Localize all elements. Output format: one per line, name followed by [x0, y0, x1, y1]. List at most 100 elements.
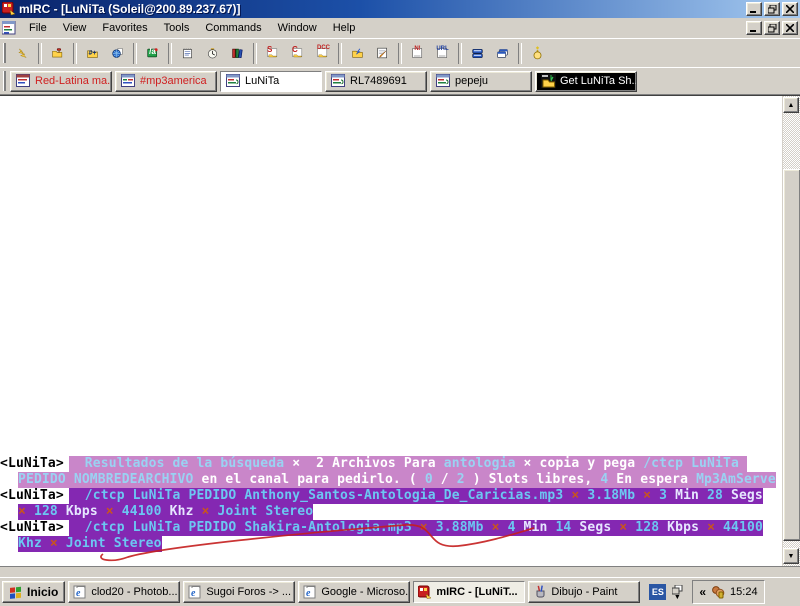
ontop-icon[interactable] [525, 42, 550, 65]
dcc-get-icon [541, 74, 556, 88]
chat-wrap-indent [0, 472, 18, 488]
mdi-close-button[interactable] [782, 21, 798, 35]
toolbar-separator [253, 42, 257, 64]
toolbar-separator [73, 42, 77, 64]
scrollbar-thumb[interactable] [783, 169, 800, 541]
dcc-send-icon[interactable]: S [260, 42, 285, 65]
show-desktop-icon[interactable]: ▼ [669, 580, 685, 604]
channels-list-icon[interactable] [105, 42, 130, 65]
menu-view[interactable]: View [55, 20, 95, 36]
file-get-icon[interactable] [345, 42, 370, 65]
switchbar-tab-#mp3america[interactable]: #mp3america [115, 70, 217, 92]
taskbar-clock: 15:24 [730, 586, 758, 598]
toolbar-separator [398, 42, 402, 64]
channel-window-icon [2, 21, 17, 35]
restore-button[interactable] [764, 2, 780, 16]
switchbar-tab-get-lunita-sh-[interactable]: Get LuNiTa Sh... [535, 70, 637, 92]
taskbar: Inicio e clod20 - Photob... e Sugoi Foros -… [0, 577, 800, 606]
tray-chevron-button[interactable]: « [699, 585, 706, 599]
menu-favorites[interactable]: Favorites [94, 20, 155, 36]
notify-list-icon[interactable]: N! [405, 42, 430, 65]
scroll-down-button[interactable]: ▼ [783, 548, 799, 564]
ie-icon: e [303, 585, 317, 599]
menu-commands[interactable]: Commands [197, 20, 269, 36]
language-indicator[interactable]: ES [649, 584, 667, 600]
switchbar-tab-red-latina-ma-[interactable]: Red-Latina ma... [10, 70, 112, 92]
chat-highlight-text: /ctcp LuNiTa PEDIDO Shakira-Antologia.mp… [68, 520, 763, 536]
chat-message-line: <LuNiTa> Resultados de la búsqueda × 2 A… [0, 456, 782, 472]
windows-logo-icon [9, 586, 23, 599]
switchbar-grip[interactable] [3, 71, 6, 91]
mirc-icon [418, 585, 432, 599]
menu-bar: File View Favorites Tools Commands Window Help [0, 18, 800, 38]
chat-window-icon [16, 74, 31, 88]
notepad-icon[interactable] [175, 42, 200, 65]
task-label: Dibujo - Paint [551, 586, 618, 598]
toolbar-separator [458, 42, 462, 64]
window-bottom-edge [0, 566, 800, 577]
mdi-minimize-button[interactable] [746, 21, 762, 35]
options-icon[interactable] [45, 42, 70, 65]
connect-icon[interactable] [10, 42, 35, 65]
chat-scrollbar[interactable]: ▲ ▼ [782, 96, 800, 566]
tab-label: pepeju [455, 75, 489, 87]
chat-messages: <LuNiTa> Resultados de la búsqueda × 2 A… [0, 456, 782, 552]
task-label: clod20 - Photob... [91, 586, 178, 598]
chat-wrap-indent [0, 536, 18, 552]
task-label: mIRC - [LuNiT... [436, 586, 518, 598]
toolbar-separator [338, 42, 342, 64]
chat-message-line: <LuNiTa> /ctcp LuNiTa PEDIDO Shakira-Ant… [0, 520, 782, 536]
mdi-restore-button[interactable] [764, 21, 780, 35]
menu-file[interactable]: File [21, 20, 55, 36]
title-bar: mIRC - [LuNiTa (Soleil@200.89.237.67)] [0, 0, 800, 18]
toolbar-grip[interactable] [3, 43, 6, 63]
chat-highlight-text: /ctcp LuNiTa PEDIDO Anthony_Santos-Antol… [68, 488, 763, 504]
aliases-icon[interactable]: /a [140, 42, 165, 65]
switchbar: Red-Latina ma... #mp3america LuNiTa RL74896… [0, 67, 800, 95]
chat-window: <LuNiTa> Resultados de la búsqueda × 2 A… [0, 95, 800, 566]
toolbar-separator [38, 42, 42, 64]
menu-items: File View Favorites Tools Commands Window Help [21, 20, 363, 36]
paint-icon [533, 585, 547, 599]
messenger-tray-icon[interactable] [711, 585, 725, 599]
dcc-chat-icon[interactable]: C [285, 42, 310, 65]
toolbar-separator [133, 42, 137, 64]
channels-folder-icon[interactable]: #+ [80, 42, 105, 65]
timer-icon[interactable] [200, 42, 225, 65]
switchbar-tab-lunita[interactable]: LuNiTa [220, 70, 322, 92]
menu-window[interactable]: Window [270, 20, 325, 36]
tab-label: Get LuNiTa Sh... [560, 75, 637, 87]
chat-highlight-text: Khz × Joint Stereo [18, 536, 162, 552]
tab-label: RL7489691 [350, 75, 407, 87]
query-window-icon [226, 74, 241, 88]
minimize-button[interactable] [746, 2, 762, 16]
tab-label: #mp3america [140, 75, 207, 87]
script-editor-icon[interactable] [370, 42, 395, 65]
menu-tools[interactable]: Tools [156, 20, 198, 36]
channel-window-icon [121, 74, 136, 88]
url-list-icon[interactable]: URL [430, 42, 455, 65]
scroll-up-button[interactable]: ▲ [783, 97, 799, 113]
chat-nick: <LuNiTa> [0, 520, 69, 536]
chat-message-line: PEDIDO NOMBREDEARCHIVO en el canal para … [0, 472, 782, 488]
switchbar-tab-rl7489691[interactable]: RL7489691 [325, 70, 427, 92]
system-tray: « 15:24 [692, 580, 765, 604]
chat-highlight-text: × 128 Kbps × 44100 Khz × Joint Stereo [18, 504, 314, 520]
dcc-options-icon[interactable]: DCC [310, 42, 335, 65]
address-book-icon[interactable] [225, 42, 250, 65]
close-button[interactable] [782, 2, 798, 16]
svg-text:e: e [306, 588, 311, 599]
chat-highlight-text: PEDIDO NOMBREDEARCHIVO en el canal para … [18, 472, 776, 488]
tab-label: Red-Latina ma... [35, 75, 112, 87]
window-title: mIRC - [LuNiTa (Soleil@200.89.237.67)] [19, 2, 241, 16]
svg-text:e: e [191, 588, 196, 599]
menu-help[interactable]: Help [325, 20, 364, 36]
query-window-icon [331, 74, 346, 88]
task-label: Google - Microso... [321, 586, 411, 598]
task-label: Sugoi Foros -> ... [206, 586, 292, 598]
tile-windows-icon[interactable] [465, 42, 490, 65]
chat-nick: <LuNiTa> [0, 488, 69, 504]
switchbar-tab-pepeju[interactable]: pepeju [430, 70, 532, 92]
chat-message-line: Khz × Joint Stereo [0, 536, 782, 552]
cascade-windows-icon[interactable] [490, 42, 515, 65]
